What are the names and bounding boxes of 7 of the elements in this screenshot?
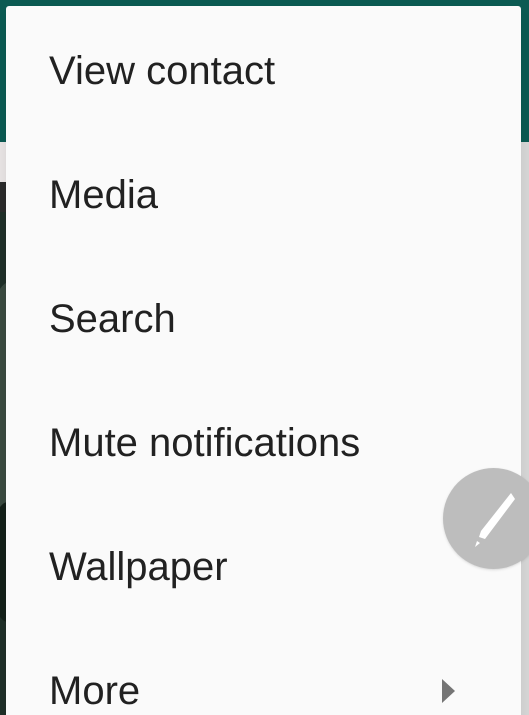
menu-item[interactable]: Media bbox=[49, 173, 158, 217]
menu-item[interactable]: View contact bbox=[49, 49, 276, 93]
menu-item[interactable]: Mute notifications bbox=[49, 421, 360, 465]
submenu-arrow-icon bbox=[442, 679, 455, 703]
menu-item[interactable]: Wallpaper bbox=[49, 545, 228, 589]
menu-item[interactable]: Search bbox=[49, 297, 176, 341]
menu-item[interactable]: More bbox=[49, 669, 140, 713]
